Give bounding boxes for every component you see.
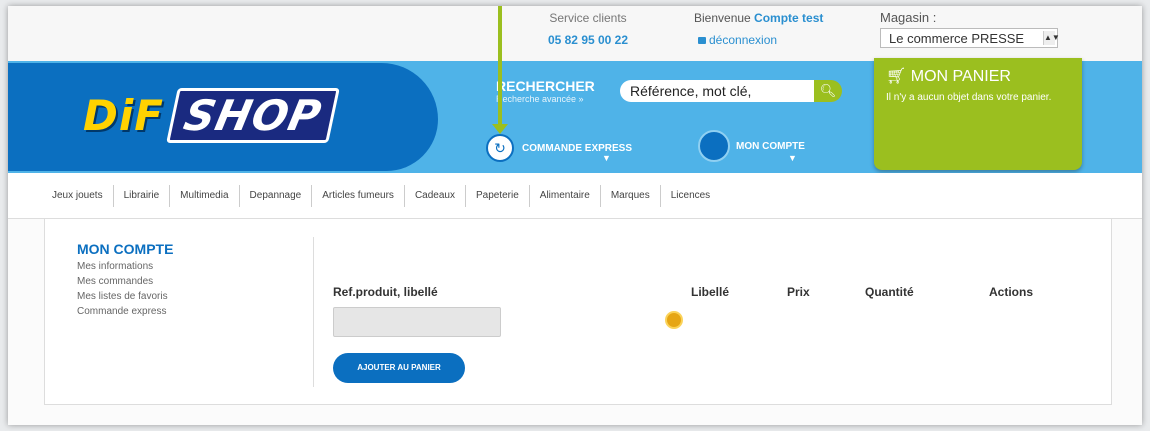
sidebar-item-favorites[interactable]: Mes listes de favoris (77, 291, 307, 302)
cart-title: 🛒︎ MON PANIER (886, 68, 1011, 85)
category-item[interactable]: Papeterie (466, 184, 530, 207)
welcome-text: Bienvenue Compte test (694, 11, 824, 25)
category-item[interactable]: Depannage (240, 184, 313, 207)
store-select[interactable]: Le commerce PRESSE ▲▼ (880, 28, 1060, 48)
category-item[interactable]: Marques (601, 184, 661, 207)
category-nav: Jeux jouets Librairie Multimedia Depanna… (8, 173, 1142, 219)
service-label: Service clients (549, 11, 627, 25)
express-order-icon: ↻ (486, 134, 514, 162)
cart-message: Il n'y a aucun objet dans votre panier. (886, 92, 1052, 103)
sidebar-item-informations[interactable]: Mes informations (77, 261, 307, 272)
service-phone[interactable]: 05 82 95 00 22 (528, 33, 648, 47)
divider (313, 237, 314, 387)
top-bar: Service clients 05 82 95 00 22 Bienvenue… (8, 6, 1142, 61)
user-icon (698, 130, 730, 162)
welcome-user[interactable]: Compte test (754, 11, 823, 25)
advanced-search-link[interactable]: Recherche avancée » (496, 94, 584, 104)
category-item[interactable]: Licences (661, 185, 720, 207)
lock-icon (698, 37, 706, 44)
account-sidebar: MON COMPTE Mes informations Mes commande… (77, 241, 307, 317)
add-to-cart-button[interactable]: AJOUTER AU PANIER (333, 353, 465, 383)
category-item[interactable]: Multimedia (170, 184, 240, 207)
store-label: Magasin : (880, 10, 937, 25)
column-header-actions: Actions (989, 285, 1034, 299)
service-info: Service clients 05 82 95 00 22 (528, 11, 648, 47)
annotation-arrow-head (492, 124, 508, 134)
category-item[interactable]: Alimentaire (530, 184, 601, 207)
annotation-arrow (498, 6, 502, 130)
sidebar-item-express-order[interactable]: Commande express (77, 306, 307, 317)
category-item[interactable]: Jeux jouets (42, 184, 114, 207)
express-order-label: COMMANDE EXPRESS (522, 142, 633, 154)
chevron-down-icon: ▼ (788, 153, 797, 163)
chevron-down-icon: ▲▼ (1043, 31, 1060, 45)
logout-link[interactable]: déconnexion (694, 33, 823, 47)
ref-input[interactable] (333, 307, 501, 337)
category-item[interactable]: Articles fumeurs (312, 184, 405, 207)
account-nav-label: MON COMPTE (736, 140, 805, 152)
search-button[interactable]: 🔍︎ (814, 80, 842, 102)
column-header-price: Prix (787, 285, 810, 299)
ref-label: Ref.produit, libellé (333, 285, 438, 299)
category-item[interactable]: Librairie (114, 184, 171, 207)
column-header-label: Libellé (691, 285, 730, 299)
site-logo[interactable]: DiF SHOP (83, 88, 340, 143)
column-header-quantity: Quantité (865, 285, 914, 299)
store-selector: Magasin : Le commerce PRESSE ▲▼ (880, 10, 1060, 48)
sidebar-item-orders[interactable]: Mes commandes (77, 276, 307, 287)
loading-icon (665, 311, 683, 329)
search-input[interactable]: Référence, mot clé, (620, 80, 816, 102)
sidebar-title: MON COMPTE (77, 241, 174, 257)
chevron-down-icon: ▼ (602, 153, 611, 163)
main-content: MON COMPTE Mes informations Mes commande… (44, 219, 1112, 405)
welcome-info: Bienvenue Compte test déconnexion (694, 11, 823, 47)
page-frame: Service clients 05 82 95 00 22 Bienvenue… (8, 6, 1142, 425)
cart-icon: 🛒︎ (886, 68, 907, 85)
cart-panel[interactable]: 🛒︎ MON PANIER Il n'y a aucun objet dans … (874, 58, 1082, 170)
category-item[interactable]: Cadeaux (405, 184, 466, 207)
search-label: RECHERCHER (496, 78, 595, 94)
search-icon: 🔍︎ (819, 83, 837, 98)
